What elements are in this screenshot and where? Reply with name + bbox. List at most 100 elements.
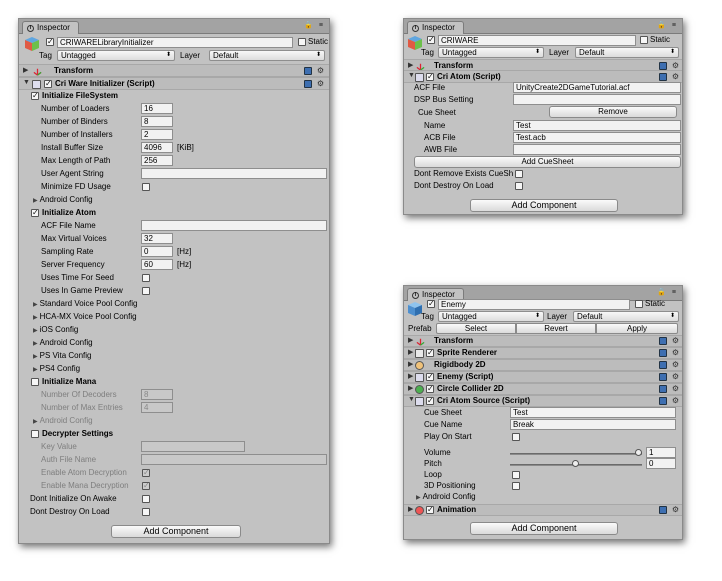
uses-preview-checkbox[interactable]	[142, 287, 150, 295]
mana-android-config-foldout[interactable]: ▶ Android Config	[33, 416, 93, 427]
layer-dropdown[interactable]: Default ⬍	[575, 47, 679, 58]
volume-slider-track[interactable]	[510, 453, 642, 455]
decrypter-checkbox[interactable]	[31, 430, 39, 438]
reference-book-icon[interactable]	[659, 337, 667, 345]
config-foldout[interactable]: ▶ PS4 Config	[33, 364, 80, 375]
active-checkbox[interactable]: ✓	[427, 36, 435, 44]
3d-positioning-checkbox[interactable]	[512, 482, 520, 490]
object-name-field[interactable]: CRIWARE	[438, 35, 636, 46]
number-input[interactable]: 4096	[141, 142, 173, 153]
init-filesystem-checkbox[interactable]: ✓	[31, 92, 39, 100]
component-transform[interactable]: ▶ Transform ⚙	[19, 64, 329, 77]
pitch-input[interactable]: 0	[646, 458, 676, 469]
component-enabled-checkbox[interactable]: ✓	[426, 349, 434, 357]
acf-file-input[interactable]: UnityCreate2DGameTutorial.acf	[513, 82, 681, 93]
number-input[interactable]: 256	[141, 155, 173, 166]
user-agent-input[interactable]	[141, 168, 327, 179]
number-input[interactable]: 4	[141, 402, 173, 413]
prefab-apply-button[interactable]: Apply	[596, 323, 678, 334]
prefab-select-button[interactable]: Select	[436, 323, 516, 334]
component-enabled-checkbox[interactable]: ✓	[426, 73, 434, 81]
tag-dropdown[interactable]: Untagged ⬍	[438, 47, 544, 58]
component-rigidbody-2d[interactable]: ▶ Rigidbody 2D ⚙	[404, 359, 682, 371]
fold-arrow-icon[interactable]: ▶	[23, 66, 28, 74]
pitch-slider-knob[interactable]	[572, 460, 579, 467]
fold-arrow-icon[interactable]: ▶	[408, 61, 413, 69]
fold-arrow-icon[interactable]: ▼	[408, 72, 415, 79]
lock-menu-icon[interactable]: 🔒 ≡	[657, 21, 678, 29]
component-animation[interactable]: ▶ ✓ Animation ⚙	[404, 504, 682, 516]
loop-checkbox[interactable]	[512, 471, 520, 479]
add-cuesheet-button[interactable]: Add CueSheet	[414, 156, 681, 168]
gear-icon[interactable]: ⚙	[317, 79, 324, 89]
component-transform[interactable]: ▶ Transform ⚙	[404, 335, 682, 347]
cue-sheet-input[interactable]: Test	[510, 407, 676, 418]
object-name-field[interactable]: CRIWARELibraryInitializer	[57, 37, 293, 48]
init-atom-checkbox[interactable]: ✓	[31, 209, 39, 217]
reference-book-icon[interactable]	[659, 349, 667, 357]
number-input[interactable]: 2	[141, 129, 173, 140]
component-enabled-checkbox[interactable]: ✓	[44, 80, 52, 88]
gear-icon[interactable]: ⚙	[672, 372, 679, 382]
reference-book-icon[interactable]	[304, 67, 312, 75]
number-input[interactable]: 60	[141, 259, 173, 270]
acf-file-name-input[interactable]	[141, 220, 327, 231]
component-criware-initializer[interactable]: ▼ ✓ Cri Ware Initializer (Script) ⚙	[19, 77, 329, 90]
remove-button[interactable]: Remove	[549, 106, 677, 118]
component-sprite-renderer[interactable]: ▶ ✓ Sprite Renderer ⚙	[404, 347, 682, 359]
active-checkbox[interactable]: ✓	[46, 38, 54, 46]
static-checkbox[interactable]	[640, 36, 648, 44]
android-config-foldout[interactable]: ▶ Android Config	[33, 195, 93, 206]
tag-dropdown[interactable]: Untagged ⬍	[438, 311, 544, 322]
reference-book-icon[interactable]	[659, 373, 667, 381]
config-foldout[interactable]: ▶ Android Config	[33, 338, 93, 349]
gear-icon[interactable]: ⚙	[672, 72, 679, 82]
gear-icon[interactable]: ⚙	[672, 384, 679, 394]
fold-arrow-icon[interactable]: ▶	[408, 348, 413, 356]
fold-arrow-icon[interactable]: ▶	[408, 372, 413, 380]
volume-slider-knob[interactable]	[635, 449, 642, 456]
gear-icon[interactable]: ⚙	[672, 348, 679, 358]
enable-atom-decryption-checkbox[interactable]: ✓	[142, 469, 150, 477]
number-input[interactable]: 16	[141, 103, 173, 114]
dont-destroy-checkbox[interactable]	[142, 508, 150, 516]
fold-arrow-icon[interactable]: ▶	[408, 384, 413, 392]
active-checkbox[interactable]: ✓	[427, 300, 435, 308]
layer-dropdown[interactable]: Default ⬍	[573, 311, 679, 322]
dont-remove-checkbox[interactable]	[515, 170, 523, 178]
config-foldout[interactable]: ▶ Standard Voice Pool Config	[33, 299, 137, 310]
tab-inspector[interactable]: i Inspector	[22, 21, 79, 34]
fold-arrow-icon[interactable]: ▶	[408, 505, 413, 513]
reference-book-icon[interactable]	[659, 73, 667, 81]
tab-inspector[interactable]: i Inspector	[407, 21, 464, 34]
uses-time-checkbox[interactable]	[142, 274, 150, 282]
gear-icon[interactable]: ⚙	[672, 336, 679, 346]
component-circle-collider-2d[interactable]: ▶ ✓ Circle Collider 2D ⚙	[404, 383, 682, 395]
init-mana-checkbox[interactable]	[31, 378, 39, 386]
gear-icon[interactable]: ⚙	[672, 505, 679, 515]
component-enabled-checkbox[interactable]: ✓	[426, 397, 434, 405]
add-component-button[interactable]: Add Component	[470, 199, 618, 212]
dont-destroy-checkbox[interactable]	[515, 182, 523, 190]
fold-arrow-icon[interactable]: ▼	[23, 79, 30, 86]
number-input[interactable]: 32	[141, 233, 173, 244]
lock-menu-icon[interactable]: 🔒 ≡	[657, 288, 678, 296]
static-checkbox[interactable]	[635, 300, 643, 308]
component-cri-atom-source[interactable]: ▼ ✓ Cri Atom Source (Script) ⚙	[404, 395, 682, 407]
gear-icon[interactable]: ⚙	[672, 360, 679, 370]
gear-icon[interactable]: ⚙	[672, 396, 679, 406]
volume-input[interactable]: 1	[646, 447, 676, 458]
acb-file-input[interactable]: Test.acb	[513, 132, 681, 143]
play-on-start-checkbox[interactable]	[512, 433, 520, 441]
config-foldout[interactable]: ▶ iOS Config	[33, 325, 78, 336]
cue-name-input[interactable]: Break	[510, 419, 676, 430]
android-config-foldout[interactable]: ▶ Android Config	[416, 492, 476, 503]
component-enabled-checkbox[interactable]: ✓	[426, 373, 434, 381]
tag-dropdown[interactable]: Untagged ⬍	[57, 50, 175, 61]
reference-book-icon[interactable]	[659, 397, 667, 405]
component-enemy-script[interactable]: ▶ ✓ Enemy (Script) ⚙	[404, 371, 682, 383]
reference-book-icon[interactable]	[659, 385, 667, 393]
fold-arrow-icon[interactable]: ▼	[408, 396, 415, 403]
dont-init-checkbox[interactable]	[142, 495, 150, 503]
minimize-fd-checkbox[interactable]	[142, 183, 150, 191]
